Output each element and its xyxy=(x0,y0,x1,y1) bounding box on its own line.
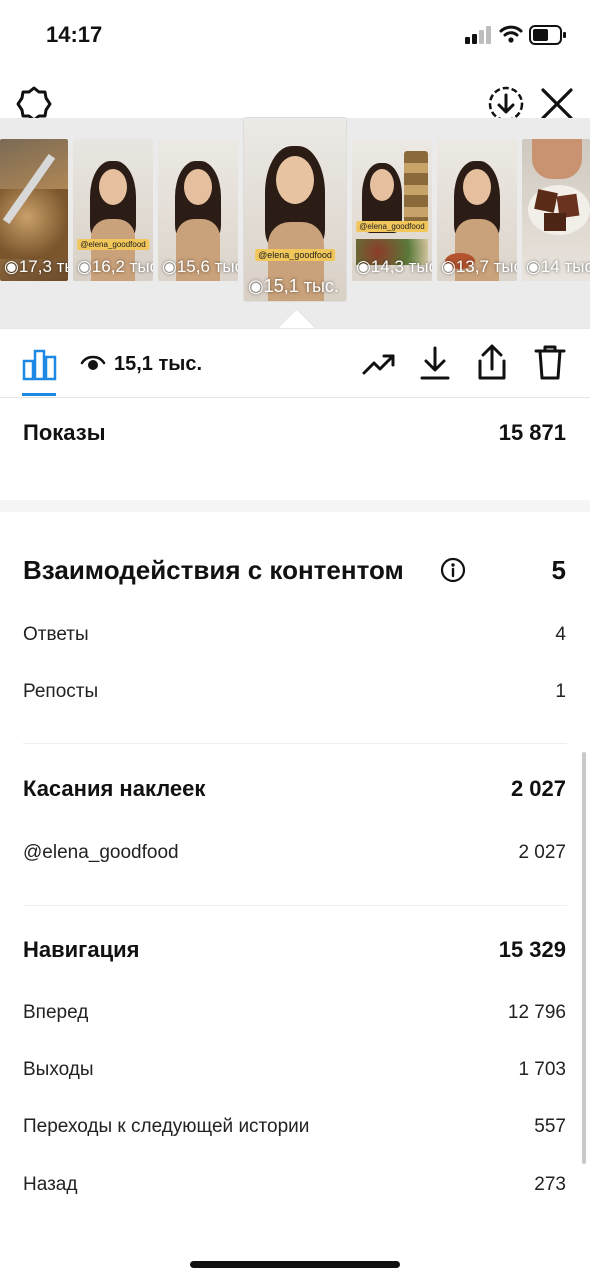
insights-toolbar: 15,1 тыс. xyxy=(0,328,590,398)
sticker-taps-value: 2 027 xyxy=(510,776,566,801)
back-label: Назад xyxy=(23,1174,78,1195)
exits-value: 1 703 xyxy=(518,1059,566,1080)
story-caption: @elena_goodfood xyxy=(77,239,149,250)
sticker-taps-title: Касания наклеек xyxy=(23,776,206,801)
battery-icon xyxy=(529,25,567,50)
next-story-label: Переходы к следующей истории xyxy=(23,1116,310,1137)
replies-value: 4 xyxy=(555,624,566,645)
view-count: ◉16,2 тыс. xyxy=(77,257,153,276)
divider xyxy=(23,743,567,744)
story-caption: @elena_goodfood xyxy=(356,221,428,232)
navigation-value: 15 329 xyxy=(498,937,566,962)
signal-icon xyxy=(465,26,493,49)
story-thumbnail[interactable]: ◉15,6 тыс. xyxy=(158,139,238,281)
wifi-icon xyxy=(499,24,523,49)
status-time: 14:17 xyxy=(46,22,103,47)
replies-label: Ответы xyxy=(23,624,89,645)
interactions-value: 5 xyxy=(551,555,566,585)
section-gap xyxy=(0,500,590,512)
trash-icon[interactable] xyxy=(533,343,567,386)
view-count: ◉14 тыс. xyxy=(526,257,590,276)
story-thumbnail[interactable]: @elena_goodfood ◉16,2 тыс. xyxy=(73,139,153,281)
share-icon[interactable] xyxy=(475,343,509,386)
back-value: 273 xyxy=(534,1174,566,1195)
story-thumbnail[interactable]: @elena_goodfood ◉14,3 тыс. xyxy=(352,139,432,281)
download-icon[interactable] xyxy=(418,345,452,386)
interactions-title: Взаимодействия с контентом xyxy=(23,555,404,585)
navigation-title: Навигация xyxy=(23,937,140,962)
story-thumbnail[interactable]: ◉17,3 тыс. xyxy=(0,139,68,281)
impressions-label: Показы xyxy=(23,420,106,445)
next-story-value: 557 xyxy=(534,1116,566,1137)
view-count: ◉15,6 тыс. xyxy=(162,257,238,276)
insights-chart-icon[interactable] xyxy=(22,347,58,386)
forward-value: 12 796 xyxy=(507,1002,566,1023)
forward-label: Вперед xyxy=(23,1002,89,1023)
info-icon[interactable] xyxy=(440,557,466,588)
exits-label: Выходы xyxy=(23,1059,94,1080)
story-thumbnail[interactable]: ◉13,7 тыс. xyxy=(437,139,517,281)
views-count: 15,1 тыс. xyxy=(114,353,203,375)
view-count: ◉13,7 тыс. xyxy=(441,257,517,276)
view-count: ◉15,1 тыс. xyxy=(248,276,339,296)
story-thumbnail[interactable]: ◉14 тыс. xyxy=(522,139,590,281)
view-count: ◉14,3 тыс. xyxy=(356,257,432,276)
sticker-mention-label: @elena_goodfood xyxy=(23,842,179,863)
trending-icon[interactable] xyxy=(361,347,397,386)
story-thumbnail-selected[interactable]: @elena_goodfood ◉15,1 тыс. xyxy=(244,118,346,301)
reposts-label: Репосты xyxy=(23,681,99,702)
story-strip[interactable]: ◉17,3 тыс. @elena_goodfood ◉16,2 тыс. ◉1… xyxy=(0,118,590,328)
home-indicator[interactable] xyxy=(190,1261,400,1268)
reposts-value: 1 xyxy=(555,681,566,702)
view-count: ◉17,3 тыс. xyxy=(4,257,68,276)
impressions-value: 15 871 xyxy=(498,420,566,445)
story-caption: @elena_goodfood xyxy=(255,249,335,261)
divider xyxy=(23,905,567,906)
scrollbar[interactable] xyxy=(582,752,586,1164)
active-tab-indicator xyxy=(22,393,56,396)
eye-icon xyxy=(80,353,106,378)
sticker-mention-value: 2 027 xyxy=(518,842,566,863)
